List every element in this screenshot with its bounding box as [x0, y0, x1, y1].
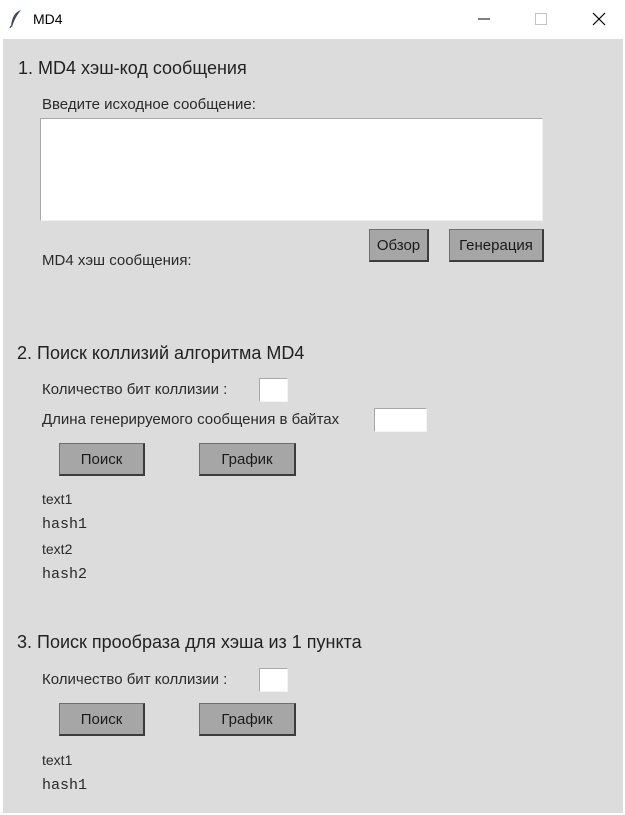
- section1-title: 1. MD4 хэш-код сообщения: [18, 58, 247, 78]
- browse-button[interactable]: Обзор: [369, 229, 429, 262]
- minimize-icon: [478, 18, 490, 20]
- message-length-label: Длина генерируемого сообщения в байтах: [42, 411, 340, 428]
- collision-bits-input[interactable]: [259, 378, 288, 402]
- preimage-hash1: hash1: [42, 777, 88, 794]
- message-textarea[interactable]: [40, 118, 543, 221]
- maximize-icon: [535, 13, 547, 25]
- collision-hash2: hash2: [42, 566, 88, 583]
- section2-title: 2. Поиск коллизий алгоритма MD4: [17, 343, 305, 363]
- collision-chart-button[interactable]: График: [199, 443, 296, 476]
- maximize-button[interactable]: [512, 0, 570, 38]
- collision-text2: text2: [42, 541, 73, 557]
- feather-icon: [9, 9, 23, 29]
- close-button[interactable]: [570, 0, 625, 38]
- message-length-input[interactable]: [374, 408, 427, 432]
- preimage-text1: text1: [42, 752, 73, 768]
- close-icon: [592, 12, 606, 26]
- collision-text1: text1: [42, 491, 73, 507]
- main-panel: 1. MD4 хэш-код сообщения Введите исходно…: [3, 39, 623, 813]
- preimage-search-button[interactable]: Поиск: [59, 703, 145, 736]
- collision-hash1: hash1: [42, 516, 88, 533]
- collision-search-button[interactable]: Поиск: [59, 443, 145, 476]
- collision-bits-label: Количество бит коллизии :: [42, 381, 228, 398]
- minimize-button[interactable]: [455, 0, 513, 38]
- window-title: MD4: [33, 11, 63, 27]
- md4-hash-label: MD4 хэш сообщения:: [42, 252, 192, 269]
- preimage-chart-button[interactable]: График: [199, 703, 296, 736]
- title-bar: MD4: [0, 0, 625, 38]
- preimage-bits-label: Количество бит коллизии :: [42, 671, 228, 688]
- section3-title: 3. Поиск прообраза для хэша из 1 пункта: [17, 632, 362, 652]
- message-input-label: Введите исходное сообщение:: [42, 96, 256, 113]
- generate-button[interactable]: Генерация: [449, 229, 544, 262]
- preimage-bits-input[interactable]: [259, 668, 288, 692]
